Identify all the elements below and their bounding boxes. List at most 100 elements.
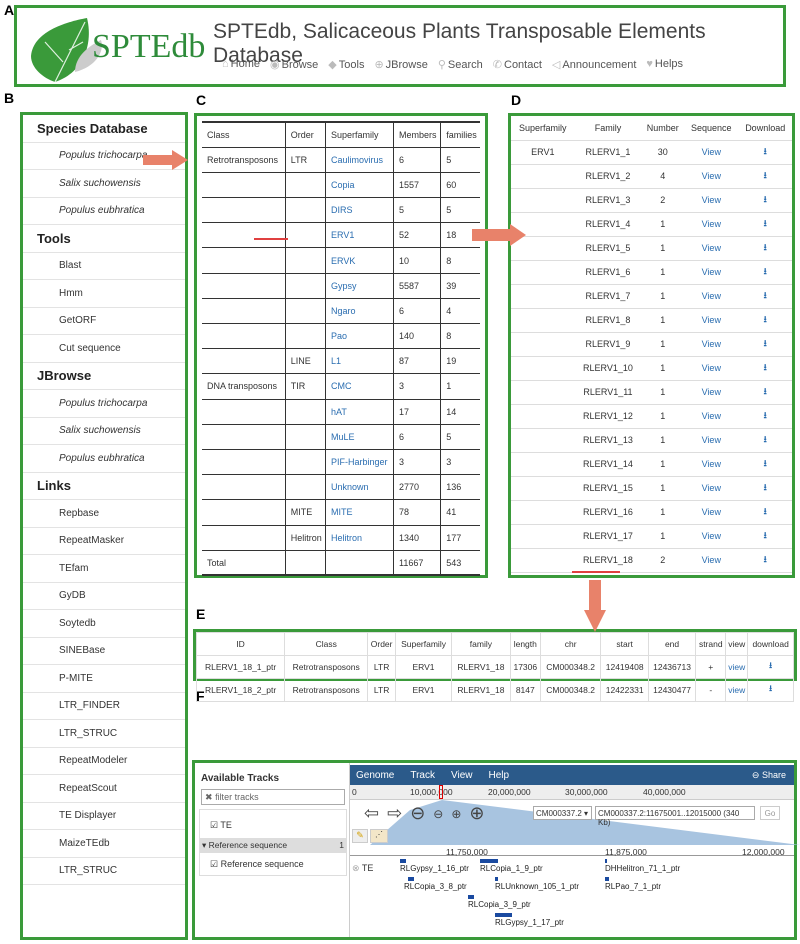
view-link[interactable]: View xyxy=(684,404,739,429)
sidebar-item[interactable]: P-MITE xyxy=(23,665,185,693)
sidebar-item[interactable]: RepeatScout xyxy=(23,775,185,803)
download-icon[interactable]: ⭳ xyxy=(747,678,794,702)
sidebar-item[interactable]: LTR_STRUC xyxy=(23,720,185,748)
feature[interactable]: RLCopia_3_8_ptr xyxy=(404,877,467,891)
download-icon[interactable]: ⭳ xyxy=(738,332,792,357)
view-link[interactable]: View xyxy=(684,308,739,333)
sidebar-item[interactable]: RepeatMasker xyxy=(23,528,185,555)
view-link[interactable]: View xyxy=(684,380,739,405)
overview-location-marker[interactable] xyxy=(439,785,443,799)
pan-right-icon[interactable]: ⇨ xyxy=(387,803,402,824)
download-icon[interactable]: ⭳ xyxy=(738,548,792,573)
nav-search[interactable]: ⚲ Search xyxy=(438,58,483,71)
superfamily-link[interactable] xyxy=(324,550,394,577)
sidebar-item[interactable]: SINEBase xyxy=(23,638,185,665)
highlight-icon[interactable]: ✎ xyxy=(352,829,368,843)
clear-icon[interactable]: ✖ xyxy=(205,792,213,802)
view-link[interactable]: view xyxy=(725,678,749,702)
track-te-checkbox[interactable]: ☑ TE xyxy=(199,809,347,839)
sidebar-item[interactable]: TEfam xyxy=(23,555,185,583)
sidebar-item[interactable]: Cut sequence xyxy=(23,335,185,363)
sidebar-item[interactable]: Hmm xyxy=(23,280,185,308)
sidebar-item[interactable]: Populus trichocarpa xyxy=(23,390,185,418)
download-icon[interactable]: ⭳ xyxy=(738,524,792,549)
sidebar-item[interactable]: LTR_STRUC xyxy=(23,858,185,885)
filter-tracks-input[interactable]: ✖ filter tracks xyxy=(201,789,345,805)
select-region-icon[interactable]: ⋰ xyxy=(370,829,388,843)
view-link[interactable]: View xyxy=(684,452,739,477)
view-link[interactable]: View xyxy=(684,524,739,549)
superfamily-link[interactable]: Unknown xyxy=(324,474,394,501)
menu-help[interactable]: Help xyxy=(489,770,510,781)
sidebar-item[interactable]: Soytedb xyxy=(23,610,185,638)
sidebar-item[interactable]: Populus eubhratica xyxy=(23,198,185,225)
view-link[interactable]: View xyxy=(684,284,739,309)
overview-ruler[interactable]: 0 10,000,000 20,000,000 30,000,000 40,00… xyxy=(350,785,794,800)
nav-contact[interactable]: ✆ Contact xyxy=(493,58,542,71)
superfamily-link[interactable]: ERVK xyxy=(324,247,394,274)
pan-left-icon[interactable]: ⇦ xyxy=(364,803,379,824)
sidebar-item[interactable]: MaizeTEdb xyxy=(23,830,185,858)
view-link[interactable]: View xyxy=(684,164,739,189)
sidebar-item[interactable]: GyDB xyxy=(23,583,185,610)
download-icon[interactable]: ⭳ xyxy=(738,452,792,477)
sidebar-item[interactable]: Blast xyxy=(23,253,185,280)
reference-sequence-checkbox[interactable]: ☑ Reference sequence xyxy=(199,852,347,876)
superfamily-link[interactable]: Pao xyxy=(324,323,394,350)
download-icon[interactable]: ⭳ xyxy=(738,380,792,405)
superfamily-link[interactable]: Helitron xyxy=(324,525,394,551)
menu-track[interactable]: Track xyxy=(410,770,435,781)
view-link[interactable]: View xyxy=(684,476,739,501)
download-icon[interactable]: ⭳ xyxy=(738,164,792,189)
download-icon[interactable]: ⭳ xyxy=(738,140,792,165)
superfamily-link[interactable]: DIRS xyxy=(324,197,394,224)
logo-text[interactable]: SPTEdb xyxy=(92,28,205,66)
superfamily-link[interactable]: L1 xyxy=(324,348,394,375)
feature[interactable]: RLCopia_1_9_ptr xyxy=(480,859,543,873)
sidebar-item[interactable]: RepeatModeler xyxy=(23,748,185,775)
view-link[interactable]: View xyxy=(684,188,739,213)
download-icon[interactable]: ⭳ xyxy=(738,188,792,213)
superfamily-link[interactable]: ERV1 xyxy=(324,222,394,249)
superfamily-link[interactable]: Gypsy xyxy=(324,273,394,299)
feature[interactable]: RLUnknown_105_1_ptr xyxy=(495,877,579,891)
download-icon[interactable]: ⭳ xyxy=(747,655,794,679)
sidebar-item[interactable]: Populus eubhratica xyxy=(23,445,185,473)
nav-announcement[interactable]: ◁ Announcement xyxy=(552,58,636,71)
nav-home[interactable]: ⌂ Home xyxy=(222,58,260,71)
nav-tools[interactable]: ◆ Tools xyxy=(328,58,364,71)
download-icon[interactable]: ⭳ xyxy=(738,308,792,333)
superfamily-link[interactable]: MuLE xyxy=(324,424,394,450)
zoom-in-more-icon[interactable]: ⊕ xyxy=(469,803,484,824)
view-link[interactable]: View xyxy=(684,428,739,453)
download-icon[interactable]: ⭳ xyxy=(738,404,792,429)
superfamily-link[interactable]: PIF-Harbinger xyxy=(324,449,394,476)
zoom-in-icon[interactable]: ⊕ xyxy=(451,807,461,821)
zoom-out-more-icon[interactable]: ⊖ xyxy=(410,803,425,824)
download-icon[interactable]: ⭳ xyxy=(738,428,792,453)
superfamily-link[interactable]: Copia xyxy=(324,172,394,199)
view-link[interactable]: View xyxy=(684,548,739,573)
chromosome-select[interactable]: CM000337.2 ▾ xyxy=(533,806,592,820)
superfamily-link[interactable]: CMC xyxy=(324,373,394,400)
te-track-label[interactable]: ⊗ TE xyxy=(352,863,373,874)
view-link[interactable]: View xyxy=(684,332,739,357)
location-input[interactable]: CM000337.2:11675001..12015000 (340 Kb) xyxy=(595,806,755,827)
nav-jbrowse[interactable]: ⊕ JBrowse xyxy=(374,58,427,71)
download-icon[interactable]: ⭳ xyxy=(738,236,792,261)
download-icon[interactable]: ⭳ xyxy=(738,284,792,309)
nav-helps[interactable]: ♥ Helps xyxy=(646,58,683,71)
view-link[interactable]: View xyxy=(684,500,739,525)
reference-sequence-section[interactable]: ▾ Reference sequence 1 xyxy=(199,839,347,852)
view-link[interactable]: View xyxy=(684,260,739,285)
download-icon[interactable]: ⭳ xyxy=(738,476,792,501)
sidebar-item[interactable]: LTR_FINDER xyxy=(23,693,185,720)
download-icon[interactable]: ⭳ xyxy=(738,356,792,381)
menu-genome[interactable]: Genome xyxy=(356,770,394,781)
feature[interactable]: RLPao_7_1_ptr xyxy=(605,877,661,891)
feature[interactable]: RLGypsy_1_16_ptr xyxy=(400,859,469,873)
sidebar-item[interactable]: Repbase xyxy=(23,500,185,528)
sidebar-item[interactable]: TE Displayer xyxy=(23,803,185,830)
superfamily-link[interactable]: Caulimovirus xyxy=(324,147,394,173)
view-link[interactable]: View xyxy=(684,356,739,381)
